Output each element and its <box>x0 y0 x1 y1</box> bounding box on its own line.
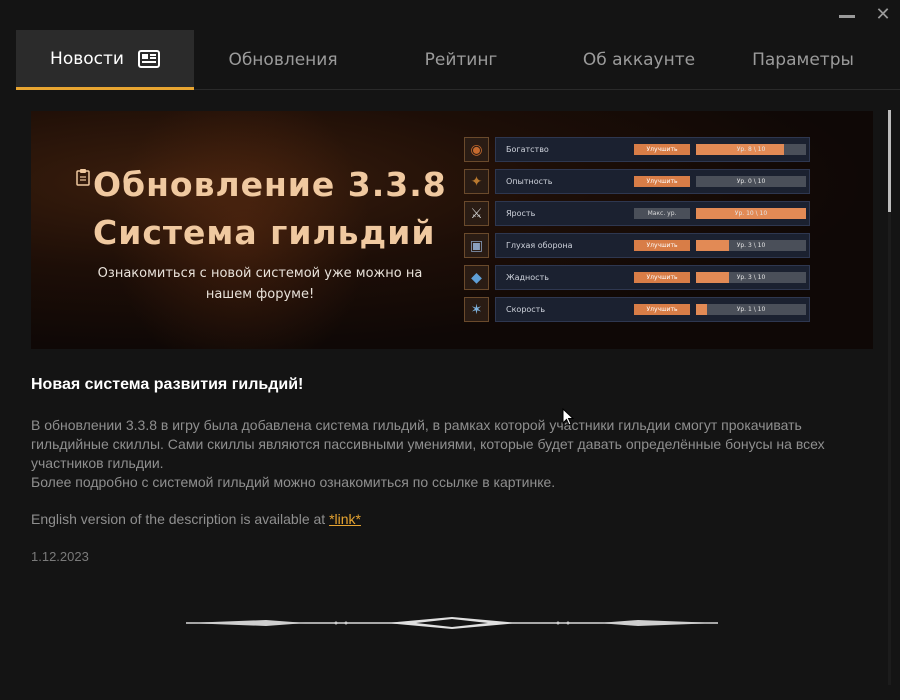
banner-title-line2: Система гильдий <box>93 213 436 252</box>
ornamental-divider <box>186 617 718 629</box>
tab-label: Параметры <box>752 50 854 70</box>
newspaper-icon <box>137 49 160 68</box>
english-version-link[interactable]: *link* <box>329 511 361 527</box>
tab-label: Обновления <box>228 50 338 70</box>
banner-subtitle: Ознакомиться с новой системой уже можно … <box>97 266 423 302</box>
skill-name: Богатство <box>506 145 549 154</box>
article-date: 1.12.2023 <box>31 549 89 564</box>
guild-skill-row: ✦ Опытность Улучшить Ур. 0 \ 10 <box>464 168 810 195</box>
tab-news[interactable]: Новости <box>16 30 194 90</box>
window-controls: ✕ <box>838 6 892 24</box>
banner-title: Обновление 3.3.8 Система гильдий <box>93 161 447 257</box>
skill-level-bar: Ур. 3 \ 10 <box>696 272 806 283</box>
skill-panel: Скорость Улучшить Ур. 1 \ 10 <box>495 297 810 322</box>
close-icon: ✕ <box>875 4 891 25</box>
guild-skill-row: ✶ Скорость Улучшить Ур. 1 \ 10 <box>464 296 810 323</box>
close-button[interactable]: ✕ <box>874 6 892 24</box>
sword-icon: ⚔ <box>464 201 489 226</box>
skill-name: Скорость <box>506 305 546 314</box>
tab-bar: Новости Обновления Рейтинг Об аккаунте П… <box>16 30 900 90</box>
clipboard-icon <box>76 168 90 190</box>
skill-panel: Жадность Улучшить Ур. 3 \ 10 <box>495 265 810 290</box>
skill-panel: Ярость Макс. ур. Ур. 10 \ 10 <box>495 201 810 226</box>
skill-upgrade-button: Макс. ур. <box>634 208 690 219</box>
skill-level-text: Ур. 10 \ 10 <box>734 210 768 217</box>
skill-name: Ярость <box>506 209 536 218</box>
news-content: Обновление 3.3.8 Система гильдий Ознаком… <box>16 91 884 700</box>
skill-level-bar: Ур. 10 \ 10 <box>696 208 806 219</box>
skill-upgrade-button: Улучшить <box>634 176 690 187</box>
skill-name: Глухая оборона <box>506 241 573 250</box>
mouse-cursor-icon <box>562 408 574 426</box>
tab-settings[interactable]: Параметры <box>728 30 878 90</box>
skill-level-text: Ур. 0 \ 10 <box>736 178 766 185</box>
article-body: В обновлении 3.3.8 в игру была добавлена… <box>31 416 841 492</box>
skill-level-text: Ур. 8 \ 10 <box>736 146 766 153</box>
skill-upgrade-button: Улучшить <box>634 144 690 155</box>
english-version-line: English version of the description is av… <box>31 511 361 527</box>
skill-level-text: Ур. 3 \ 10 <box>736 274 766 281</box>
skill-name: Опытность <box>506 177 553 186</box>
star-icon: ✦ <box>464 169 489 194</box>
skill-upgrade-button: Улучшить <box>634 272 690 283</box>
skill-panel: Опытность Улучшить Ур. 0 \ 10 <box>495 169 810 194</box>
guild-skill-row: ◆ Жадность Улучшить Ур. 3 \ 10 <box>464 264 810 291</box>
tab-label: Рейтинг <box>424 50 498 70</box>
skill-level-bar: Ур. 0 \ 10 <box>696 176 806 187</box>
crystal-icon: ◆ <box>464 265 489 290</box>
guild-skill-row: ◉ Богатство Улучшить Ур. 8 \ 10 <box>464 136 810 163</box>
news-banner[interactable]: Обновление 3.3.8 Система гильдий Ознаком… <box>31 111 873 349</box>
scrollbar[interactable] <box>888 110 891 685</box>
tab-account[interactable]: Об аккаунте <box>550 30 728 90</box>
skill-upgrade-button: Улучшить <box>634 304 690 315</box>
minimize-icon <box>839 14 855 18</box>
tab-label: Новости <box>50 48 124 69</box>
article-paragraph: Более подробно с системой гильдий можно … <box>31 474 556 490</box>
banner-title-line1: Обновление 3.3.8 <box>93 165 447 204</box>
shield-icon: ▣ <box>464 233 489 258</box>
skill-level-text: Ур. 1 \ 10 <box>736 306 766 313</box>
coin-icon: ◉ <box>464 137 489 162</box>
guild-skills-list: ◉ Богатство Улучшить Ур. 8 \ 10 ✦ Опытность Ул… <box>464 136 810 328</box>
skill-panel: Богатство Улучшить Ур. 8 \ 10 <box>495 137 810 162</box>
skill-level-bar: Ур. 1 \ 10 <box>696 304 806 315</box>
skill-level-bar: Ур. 3 \ 10 <box>696 240 806 251</box>
article-title: Новая система развития гильдий! <box>31 376 304 393</box>
minimize-button[interactable] <box>838 6 856 24</box>
wind-icon: ✶ <box>464 297 489 322</box>
tab-rating[interactable]: Рейтинг <box>372 30 550 90</box>
skill-name: Жадность <box>506 273 549 282</box>
english-version-text: English version of the description is av… <box>31 511 330 527</box>
skill-upgrade-button: Улучшить <box>634 240 690 251</box>
skill-level-text: Ур. 3 \ 10 <box>736 242 766 249</box>
tab-label: Об аккаунте <box>582 50 696 70</box>
guild-skill-row: ▣ Глухая оборона Улучшить Ур. 3 \ 10 <box>464 232 810 259</box>
tab-updates[interactable]: Обновления <box>194 30 372 90</box>
skill-level-bar: Ур. 8 \ 10 <box>696 144 806 155</box>
scrollbar-thumb[interactable] <box>888 110 891 212</box>
guild-skill-row: ⚔ Ярость Макс. ур. Ур. 10 \ 10 <box>464 200 810 227</box>
article-paragraph: В обновлении 3.3.8 в игру была добавлена… <box>31 417 825 471</box>
skill-panel: Глухая оборона Улучшить Ур. 3 \ 10 <box>495 233 810 258</box>
